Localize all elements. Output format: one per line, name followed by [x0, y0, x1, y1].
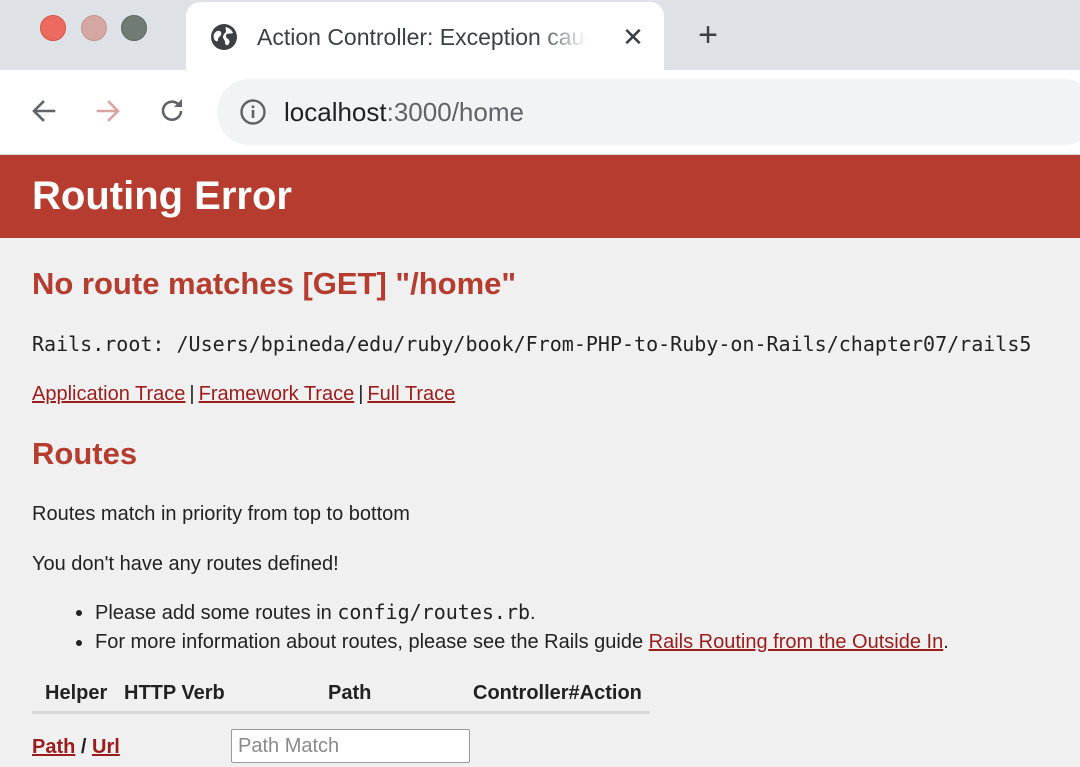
- framework-trace-link[interactable]: Framework Trace: [199, 383, 355, 405]
- column-header-controller-action: Controller#Action: [473, 682, 642, 704]
- active-tab[interactable]: Action Controller: Exception caught ✕: [186, 2, 664, 70]
- globe-icon: [209, 22, 239, 52]
- url-host: localhost: [284, 97, 387, 127]
- column-header-helper: Helper: [45, 682, 108, 704]
- toggle-separator: /: [75, 736, 93, 758]
- error-message: No route matches [GET] "/home": [32, 266, 517, 301]
- list-item: For more information about routes, pleas…: [76, 628, 949, 657]
- no-routes-message: You don't have any routes defined!: [32, 553, 339, 575]
- trace-separator: |: [189, 383, 195, 405]
- page-content: No route matches [GET] "/home" Rails.roo…: [0, 238, 1080, 767]
- browser-toolbar: localhost:3000/home: [0, 70, 1080, 155]
- path-match-search-input[interactable]: [231, 729, 470, 763]
- routes-heading: Routes: [32, 436, 138, 471]
- tab-title: Action Controller: Exception caught: [257, 24, 587, 50]
- info-icon[interactable]: [238, 97, 268, 127]
- rails-guide-link[interactable]: Rails Routing from the Outside In: [649, 631, 944, 653]
- url-text[interactable]: localhost:3000/home: [284, 95, 524, 129]
- trace-links: Application Trace | Framework Trace | Full T…: [32, 381, 455, 407]
- window-zoom-button[interactable]: [121, 15, 147, 41]
- page-title: Routing Error: [32, 174, 292, 218]
- column-header-path: Path: [328, 682, 372, 704]
- address-bar[interactable]: localhost:3000/home: [217, 79, 1080, 145]
- list-item: Please add some routes in config/routes.…: [76, 598, 949, 628]
- bullet-text: For more information about routes, pleas…: [95, 631, 649, 653]
- arrow-right-icon: [96, 100, 120, 122]
- table-header-divider: [32, 711, 650, 714]
- close-tab-button[interactable]: ✕: [618, 22, 648, 52]
- application-trace-link[interactable]: Application Trace: [32, 383, 185, 405]
- bullet-punct: .: [943, 631, 949, 653]
- routes-priority-note: Routes match in priority from top to bot…: [32, 503, 410, 525]
- routes-file-code: config/routes.rb: [337, 600, 531, 624]
- path-link[interactable]: Path: [32, 736, 75, 758]
- bullet-text: Please add some routes in: [95, 602, 338, 624]
- routes-help-list: Please add some routes in config/routes.…: [76, 598, 949, 657]
- url-link[interactable]: Url: [92, 736, 120, 758]
- error-header: Routing Error: [0, 155, 1080, 238]
- forward-button[interactable]: [91, 94, 125, 128]
- arrow-left-icon: [32, 100, 56, 122]
- rails-root-path: Rails.root: /Users/bpineda/edu/ruby/book…: [32, 332, 1032, 356]
- browser-tab-strip: Action Controller: Exception caught ✕ +: [0, 0, 1080, 70]
- reload-icon: [161, 99, 183, 121]
- full-trace-link[interactable]: Full Trace: [367, 383, 455, 405]
- back-button[interactable]: [27, 94, 61, 128]
- reload-button[interactable]: [155, 94, 189, 128]
- column-header-http-verb: HTTP Verb: [124, 682, 225, 704]
- url-path: :3000/home: [386, 97, 524, 127]
- new-tab-button[interactable]: +: [690, 18, 726, 54]
- trace-separator: |: [358, 383, 364, 405]
- window-close-button[interactable]: [40, 15, 66, 41]
- window-minimize-button[interactable]: [81, 15, 107, 41]
- path-url-toggle: Path / Url: [32, 734, 120, 760]
- bullet-punct: .: [530, 602, 536, 624]
